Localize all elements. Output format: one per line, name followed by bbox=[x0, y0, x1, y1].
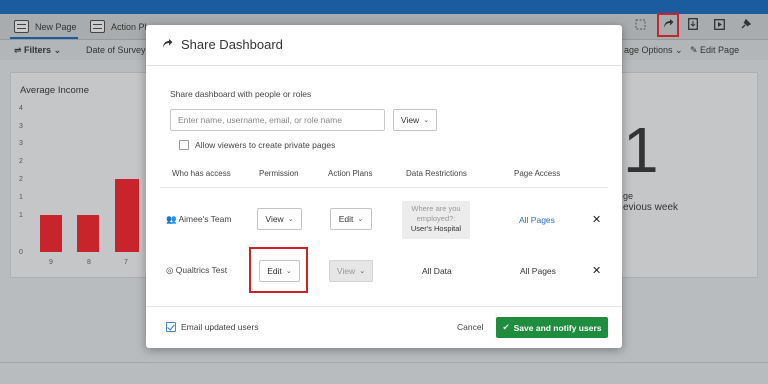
y-tick: 3 bbox=[19, 140, 23, 147]
share-search-input[interactable] bbox=[170, 109, 385, 131]
cancel-button[interactable]: Cancel bbox=[457, 322, 483, 332]
y-tick: 3 bbox=[19, 123, 23, 130]
col-page-access: Page Access bbox=[514, 169, 561, 178]
share-label: Share dashboard with people or roles bbox=[170, 89, 312, 99]
tab-label: New Page bbox=[35, 21, 77, 32]
divider bbox=[146, 306, 622, 307]
widget-title: Average Income bbox=[20, 85, 90, 96]
big-number: 1 bbox=[623, 114, 659, 186]
filters-button[interactable]: ⇌ Filters ⌄ bbox=[14, 45, 61, 56]
y-tick: 2 bbox=[19, 158, 23, 165]
divider bbox=[146, 65, 622, 66]
bar bbox=[115, 179, 139, 252]
dialog-title: Share Dashboard bbox=[181, 37, 283, 52]
row-permission-select[interactable]: View ⌄ bbox=[257, 208, 302, 230]
top-bar bbox=[0, 0, 768, 14]
bottom-bar bbox=[0, 362, 768, 384]
permission-select[interactable]: View ⌄ bbox=[393, 109, 437, 131]
edit-page-label: Edit Page bbox=[700, 45, 740, 55]
page-access-link[interactable]: All Pages bbox=[519, 215, 555, 225]
permission-select-label: View bbox=[400, 115, 420, 125]
restriction-question: Where are you employed?: bbox=[411, 204, 461, 223]
y-tick: 1 bbox=[19, 212, 23, 219]
bar bbox=[40, 215, 62, 252]
restriction-value: User's Hospital bbox=[410, 224, 462, 233]
tab-action-plans[interactable]: Action Pl bbox=[90, 20, 147, 33]
select-label: Edit bbox=[338, 214, 354, 224]
chevron-down-icon: ⌄ bbox=[51, 45, 62, 55]
y-tick: 4 bbox=[19, 105, 23, 112]
table-row: 👥 Aimee's Team bbox=[166, 214, 231, 225]
present-icon[interactable] bbox=[712, 17, 726, 31]
email-updated-checkbox[interactable] bbox=[166, 322, 176, 332]
divider bbox=[160, 187, 608, 188]
chevron-down-icon: ⌄ bbox=[672, 45, 683, 55]
user-icon: ◎ bbox=[166, 265, 174, 275]
x-tick: 8 bbox=[87, 259, 91, 266]
chevron-down-icon: ⌄ bbox=[357, 216, 364, 223]
col-data-restrictions: Data Restrictions bbox=[406, 169, 467, 178]
screenshot-icon[interactable] bbox=[633, 17, 647, 31]
metric-sub: ge bbox=[623, 191, 634, 201]
save-notify-button[interactable]: ✔ Save and notify users bbox=[496, 317, 608, 338]
active-tab-indicator bbox=[10, 37, 78, 39]
col-action-plans: Action Plans bbox=[328, 169, 373, 178]
group-icon: 👥 bbox=[166, 214, 177, 224]
average-income-widget: Average Income 4 3 3 2 2 1 1 0 9 8 7 bbox=[10, 72, 148, 278]
export-icon[interactable] bbox=[686, 17, 700, 31]
page-icon bbox=[90, 20, 105, 33]
row-action-plans-select[interactable]: Edit ⌄ bbox=[330, 208, 372, 230]
filters-label: Filters bbox=[24, 45, 52, 55]
table-row: ◎ Qualtrics Test bbox=[166, 265, 227, 276]
y-tick: 1 bbox=[19, 194, 23, 201]
data-restriction-badge[interactable]: Where are you employed?: User's Hospital bbox=[402, 201, 470, 239]
member-name: Qualtrics Test bbox=[175, 265, 228, 275]
member-name: Aimee's Team bbox=[178, 214, 232, 224]
row-action-plans-select: View ⌄ bbox=[329, 260, 373, 282]
metric-sub: evious week bbox=[623, 202, 679, 213]
tab-label: Action Pl bbox=[111, 21, 147, 32]
chevron-down-icon: ⌄ bbox=[359, 268, 366, 275]
share-highlight bbox=[657, 13, 679, 37]
chevron-down-icon: ⌄ bbox=[287, 216, 294, 223]
chevron-down-icon: ⌄ bbox=[423, 117, 430, 124]
col-who: Who has access bbox=[172, 169, 231, 178]
select-label: View bbox=[336, 266, 356, 276]
date-filter[interactable]: Date of Survey C bbox=[86, 45, 155, 55]
filter-icon: ⇌ bbox=[14, 45, 25, 55]
pencil-icon: ✎ bbox=[690, 45, 701, 55]
col-permission: Permission bbox=[259, 169, 299, 178]
page-icon bbox=[14, 20, 29, 33]
allow-private-label: Allow viewers to create private pages bbox=[195, 140, 336, 150]
page-options-label: age Options bbox=[624, 45, 673, 55]
check-icon: ✔ bbox=[502, 322, 510, 332]
edit-highlight bbox=[249, 247, 308, 293]
x-tick: 7 bbox=[124, 259, 128, 266]
edit-page-button[interactable]: ✎ Edit Page bbox=[690, 45, 739, 56]
page-options-button[interactable]: age Options ⌄ bbox=[624, 45, 683, 56]
remove-icon[interactable]: ✕ bbox=[592, 264, 601, 277]
bar bbox=[77, 215, 99, 252]
page-access-value: All Pages bbox=[520, 266, 556, 276]
pin-icon[interactable] bbox=[738, 17, 752, 31]
tab-new-page[interactable]: New Page bbox=[14, 20, 77, 33]
select-label: View bbox=[265, 214, 284, 224]
dialog-header: Share Dashboard bbox=[162, 37, 283, 52]
share-icon bbox=[162, 37, 173, 52]
remove-icon[interactable]: ✕ bbox=[592, 213, 601, 226]
email-updated-label: Email updated users bbox=[181, 322, 259, 332]
allow-private-checkbox[interactable] bbox=[179, 140, 189, 150]
y-tick: 0 bbox=[19, 249, 23, 256]
x-tick: 9 bbox=[49, 259, 53, 266]
metric-widget: 1 ge evious week bbox=[620, 72, 758, 278]
share-dashboard-dialog: Share Dashboard Share dashboard with peo… bbox=[146, 25, 622, 348]
restriction-value: All Data bbox=[422, 266, 452, 276]
save-label: Save and notify users bbox=[513, 322, 602, 333]
y-tick: 2 bbox=[19, 176, 23, 183]
